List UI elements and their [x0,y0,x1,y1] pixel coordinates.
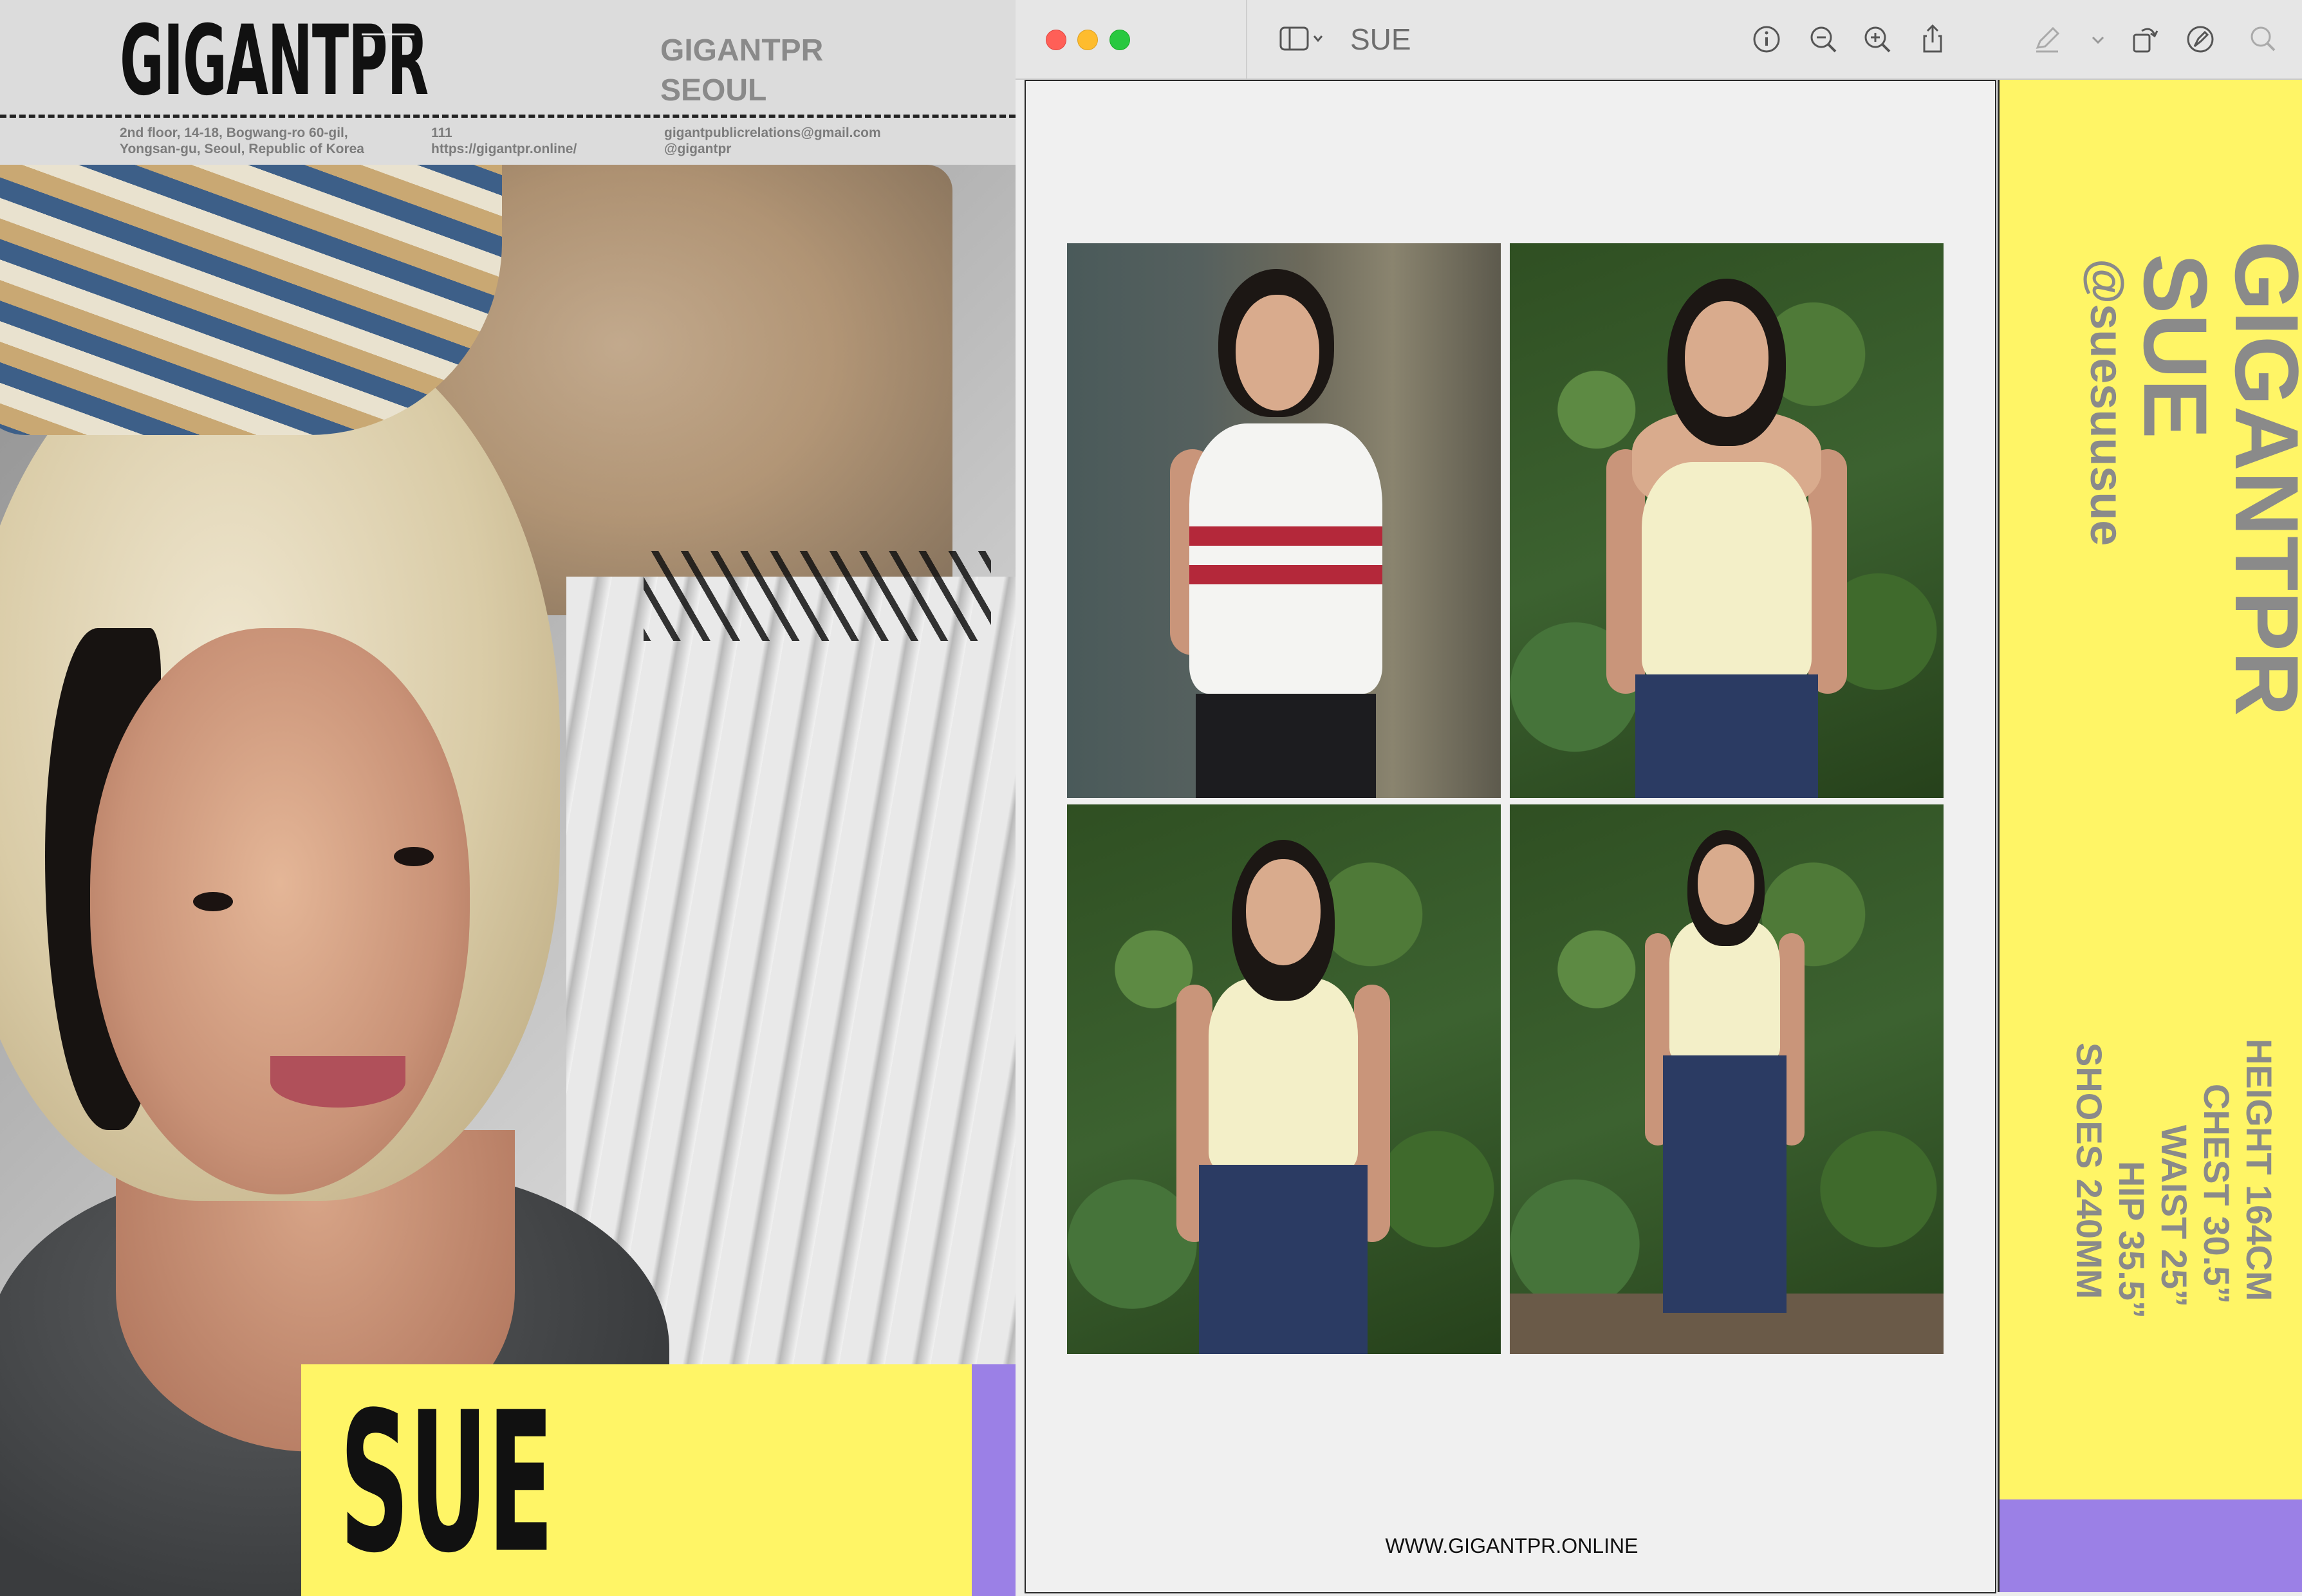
stat-shoes: SHOES 240MM [2069,1043,2110,1299]
stat-chest: CHEST 30.5” [2196,1084,2237,1304]
header-rule [362,33,414,35]
rotate-button[interactable] [2128,22,2162,57]
strip-model-name: SUE [2125,254,2226,439]
agency-name-line2: SEOUL [660,73,767,107]
model-name-box: SUE [301,1364,972,1596]
website-line: https://gigantpr.online/ [431,142,577,156]
photo-face [1236,295,1319,411]
chevron-down-icon [2092,36,2104,44]
email-line: gigantpublicrelations@gmail.com [664,125,881,140]
photo-face [90,628,470,1194]
photo-jeans [1635,674,1818,798]
page-footer-url: WWW.GIGANTPR.ONLINE [1385,1534,1638,1557]
address-line1: 2nd floor, 14-18, Bogwang-ro 60-gil, [120,125,348,140]
dashed-divider [0,115,1016,118]
photo-eye [193,892,233,911]
minimize-window-button[interactable] [1077,30,1098,50]
preview-window: SUE WWW.GIGANTPR.ONLINE GIGANTPR SUE @su… [1016,0,2302,1596]
sidebar-divider [1246,0,1247,79]
model-name: SUE [340,1371,554,1595]
photo-face [1685,301,1768,417]
rotate-icon [2133,28,2158,53]
photo-stripe [1189,565,1382,584]
photo-face [1246,859,1321,965]
card-header: GIGANTPR GIGANTPR SEOUL 2nd floor, 14-18… [0,0,1016,165]
photo-figure [1067,804,1501,1354]
info-icon [1753,26,1780,53]
zoom-out-icon [1810,26,1837,53]
polaroid-photo-2[interactable] [1510,243,1944,798]
info-strip: GIGANTPR SUE @suesuusue HEIGHT 164CM CHE… [1998,80,2302,1592]
photo-pants [1196,694,1376,798]
stat-height: HEIGHT 164CM [2239,1039,2279,1301]
photo-jeans [1663,1055,1787,1313]
search-button[interactable] [2246,22,2281,57]
strip-agency-name: GIGANTPR [2216,241,2302,716]
agency-name-line1: GIGANTPR [660,33,824,68]
fullscreen-window-button[interactable] [1109,30,1130,50]
zoom-in-icon [1864,26,1891,53]
sidebar-toggle-button[interactable] [1279,24,1326,54]
agency-address: 2nd floor, 14-18, Bogwang-ro 60-gil, Yon… [120,125,364,157]
markup-pen-button[interactable] [2030,22,2065,57]
share-icon [1923,24,1942,53]
stat-hip: HIP 35.5” [2112,1161,2152,1319]
agency-logo: GIGANTPR [120,5,429,117]
instagram-line: @gigantpr [664,142,732,156]
number-line1: 111 [431,125,452,140]
markup-options-button[interactable] [2085,22,2111,57]
photo-tank [1209,978,1358,1171]
markup-pen-icon [2036,26,2060,53]
sidebar-icon [1279,26,1323,51]
photo-tshirt [1189,423,1382,694]
photo-hangers [644,551,991,641]
photo-tank [1642,462,1812,681]
photo-jeans [1199,1165,1368,1354]
zoom-in-button[interactable] [1860,22,1895,57]
document-title: SUE [1350,23,1411,56]
strip-instagram-handle: @suesuusue [2081,259,2132,546]
address-line2: Yongsan-gu, Seoul, Republic of Korea [120,142,364,156]
agency-contact: gigantpublicrelations@gmail.com @gigantp… [664,125,881,157]
photo-figure [1510,804,1944,1354]
polaroid-photo-4[interactable] [1510,804,1944,1354]
polaroid-photo-3[interactable] [1067,804,1501,1354]
markup-button[interactable] [2183,22,2218,57]
share-button[interactable] [1915,22,1950,57]
photo-smile [270,1056,405,1108]
search-icon [2251,26,2276,51]
markup-icon [2187,26,2214,53]
name-accent-bar [972,1364,1016,1596]
window-titlebar: SUE [1016,0,2302,80]
stat-waist: WAIST 25” [2154,1125,2195,1308]
polaroid-photo-1[interactable] [1067,243,1501,798]
strip-accent-bar [2000,1499,2302,1592]
zoom-out-button[interactable] [1806,22,1841,57]
document-page: WWW.GIGANTPR.ONLINE [1025,80,1996,1593]
photo-eye [394,847,434,866]
photo-stripe [1189,526,1382,546]
agency-web: 111 https://gigantpr.online/ [431,125,577,157]
photo-face [1698,844,1754,925]
info-button[interactable] [1749,22,1784,57]
photo-hat-pattern [0,165,502,435]
photo-figure [1067,243,1501,798]
close-window-button[interactable] [1046,30,1066,50]
photo-figure [1510,243,1944,798]
comp-card-front: GIGANTPR GIGANTPR SEOUL 2nd floor, 14-18… [0,0,1016,1596]
agency-name: GIGANTPR SEOUL [660,31,823,111]
